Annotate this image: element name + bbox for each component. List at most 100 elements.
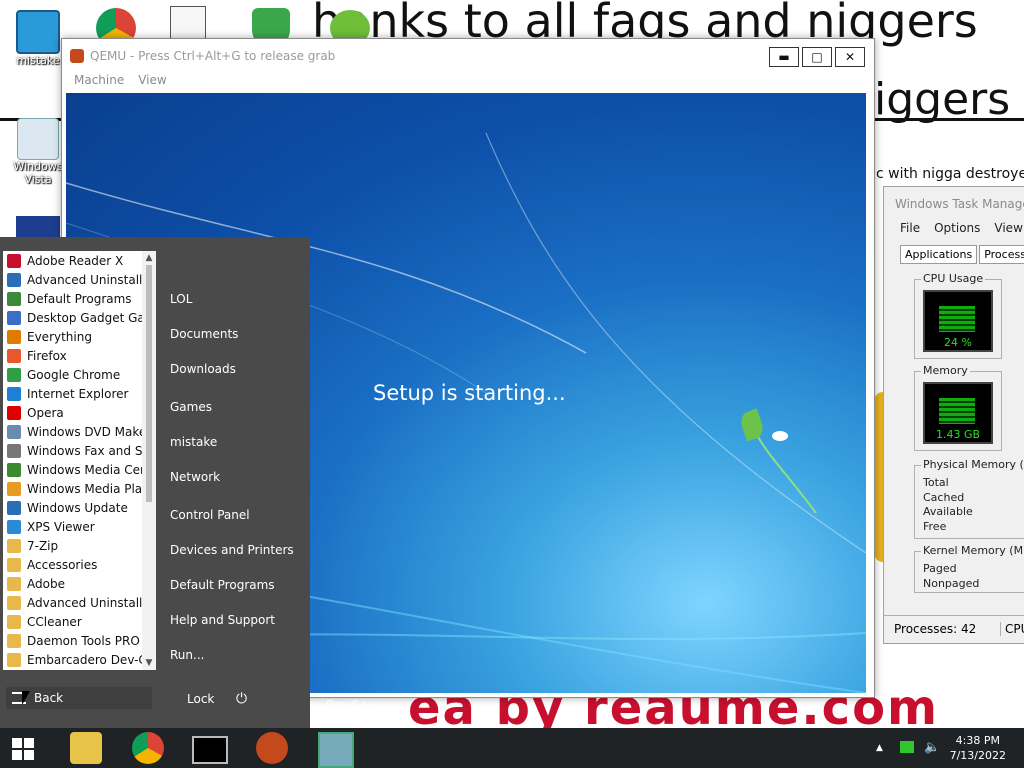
minimize-button[interactable]: ▬ — [769, 47, 799, 67]
kernel-nonpaged-label: Nonpaged — [923, 576, 980, 590]
start-app-item[interactable]: Windows Media Cent — [3, 460, 142, 479]
start-place-item[interactable]: Documents — [170, 327, 238, 341]
start-app-item[interactable]: XPS Viewer — [3, 517, 142, 536]
start-app-item[interactable]: Windows DVD Maker — [3, 422, 142, 441]
tray-clock[interactable]: 4:38 PM 7/13/2022 — [950, 733, 1006, 763]
start-app-item[interactable]: Adobe Reader X — [3, 251, 142, 270]
desktop-icon-label: Windows Vista — [13, 160, 63, 186]
task-manager-titlebar[interactable]: Windows Task Manager — [884, 187, 1024, 221]
start-app-item[interactable]: Embarcadero Dev-C+ — [3, 650, 142, 669]
chrome-icon — [7, 367, 21, 382]
ie-icon — [7, 386, 21, 401]
tab-processes[interactable]: Processes — [979, 245, 1024, 264]
folder-icon — [7, 538, 21, 553]
start-place-item[interactable]: Games — [170, 400, 212, 414]
start-place-item[interactable]: Network — [170, 470, 220, 484]
start-app-item[interactable]: CCleaner — [3, 612, 142, 631]
start-app-item[interactable]: Google Chrome — [3, 365, 142, 384]
start-menu[interactable]: Adobe Reader X Advanced Uninstaller Defaul… — [0, 237, 310, 728]
start-app-item[interactable]: Firefox — [3, 346, 142, 365]
start-app-item[interactable]: Daemon Tools PRO — [3, 631, 142, 650]
start-app-item[interactable]: Advanced Uninstaller — [3, 270, 142, 289]
start-place-item[interactable]: Downloads — [170, 362, 236, 376]
tray-network-icon[interactable] — [900, 741, 914, 753]
app-list-scrollbar[interactable]: ▲ ▼ — [142, 251, 156, 670]
start-button-windows-icon[interactable] — [12, 738, 34, 760]
taskmgr-taskbar-icon[interactable] — [318, 732, 354, 768]
start-app-label: Adobe — [27, 576, 65, 591]
menu-view[interactable]: View — [994, 221, 1022, 241]
desktop-photoshop-icon[interactable] — [16, 216, 60, 238]
qemu-app-icon — [70, 49, 84, 63]
start-app-item[interactable]: Advanced Uninstaller — [3, 593, 142, 612]
start-app-item[interactable]: Everything — [3, 327, 142, 346]
desktop-icon-mistake[interactable]: mistake — [10, 10, 66, 67]
clock-time: 4:38 PM — [955, 734, 1000, 747]
start-app-item[interactable]: Adobe — [3, 574, 142, 593]
tray-up-arrow-icon[interactable]: ▲ — [876, 743, 883, 753]
start-app-item[interactable]: Windows Update — [3, 498, 142, 517]
start-place-item[interactable]: Run... — [170, 648, 204, 662]
search-icon — [7, 329, 21, 344]
start-app-label: Accessories — [27, 557, 98, 572]
maximize-button[interactable]: □ — [802, 47, 832, 67]
scroll-down-arrow-icon[interactable]: ▼ — [142, 658, 156, 668]
cpu-usage-label: CPU Usage — [921, 272, 986, 285]
menu-view[interactable]: View — [138, 73, 166, 93]
power-button[interactable]: ⏻ — [236, 691, 247, 707]
wallpaper-text-line2: iggers — [874, 74, 1011, 125]
cpu-graph-bar — [939, 306, 975, 332]
menu-options[interactable]: Options — [934, 221, 980, 241]
start-app-item[interactable]: Default Programs — [3, 289, 142, 308]
start-app-label: Embarcadero Dev-C+ — [27, 652, 142, 667]
cmd-taskbar-icon[interactable] — [192, 736, 228, 764]
physical-cached-label: Cached — [923, 490, 965, 504]
start-app-item[interactable]: Internet Explorer — [3, 384, 142, 403]
menu-machine[interactable]: Machine — [74, 73, 124, 93]
kernel-memory-label: Kernel Memory (MB) — [921, 544, 1024, 557]
start-app-label: Windows DVD Maker — [27, 424, 142, 439]
kernel-paged-label: Paged — [923, 562, 957, 575]
close-button[interactable]: ✕ — [835, 47, 865, 67]
task-manager-window[interactable]: Windows Task Manager File Options View A… — [883, 186, 1024, 644]
scroll-up-arrow-icon[interactable]: ▲ — [142, 253, 156, 263]
qemu-menubar: Machine View — [62, 73, 874, 93]
start-app-label: Windows Media Play — [27, 481, 142, 496]
memory-graph: 1.43 GB — [923, 382, 993, 444]
start-place-item[interactable]: LOL — [170, 292, 192, 306]
start-app-label: Internet Explorer — [27, 386, 129, 401]
desktop-icon-vista[interactable]: Windows Vista — [10, 118, 66, 186]
start-place-item[interactable]: Default Programs — [170, 578, 275, 592]
start-place-item[interactable]: Devices and Printers — [170, 543, 294, 557]
start-app-item[interactable]: Windows Media Play — [3, 479, 142, 498]
start-app-item[interactable]: 7-Zip — [3, 536, 142, 555]
folder-icon — [7, 652, 21, 667]
lock-button[interactable]: Lock — [187, 692, 214, 706]
start-app-label: Default Programs — [27, 291, 132, 306]
start-app-list[interactable]: Adobe Reader X Advanced Uninstaller Defaul… — [3, 251, 156, 670]
start-app-item[interactable]: Windows Fax and Sca — [3, 441, 142, 460]
qemu-taskbar-icon[interactable] — [256, 732, 288, 764]
tray-volume-icon[interactable]: 🔈 — [924, 740, 940, 755]
chrome-taskbar-icon[interactable] — [132, 732, 164, 764]
qemu-titlebar[interactable]: QEMU - Press Ctrl+Alt+G to release grab — [62, 39, 874, 73]
file-explorer-icon[interactable] — [70, 732, 102, 764]
start-place-item[interactable]: Control Panel — [170, 508, 250, 522]
start-app-item[interactable]: Accessories — [3, 555, 142, 574]
back-label: Back — [34, 691, 64, 705]
qemu-title: QEMU - Press Ctrl+Alt+G to release grab — [90, 49, 336, 63]
physical-memory-group: Physical Memory (MB) Total Cached Availa… — [914, 458, 1024, 539]
recycle-bin-icon — [17, 118, 59, 160]
start-app-label: Windows Fax and Sca — [27, 443, 142, 458]
cpu-usage-group: CPU Usage 24 % — [914, 272, 1002, 359]
start-app-label: Desktop Gadget Galle — [27, 310, 142, 325]
start-app-item[interactable]: Opera — [3, 403, 142, 422]
start-app-label: Advanced Uninstaller — [27, 595, 142, 610]
start-app-item[interactable]: Desktop Gadget Galle — [3, 308, 142, 327]
tab-applications[interactable]: Applications — [900, 245, 978, 264]
start-place-item[interactable]: mistake — [170, 435, 217, 449]
menu-file[interactable]: File — [900, 221, 920, 241]
start-place-item[interactable]: Help and Support — [170, 613, 275, 627]
scrollbar-thumb[interactable] — [146, 265, 152, 502]
memory-group: Memory 1.43 GB — [914, 364, 1002, 451]
